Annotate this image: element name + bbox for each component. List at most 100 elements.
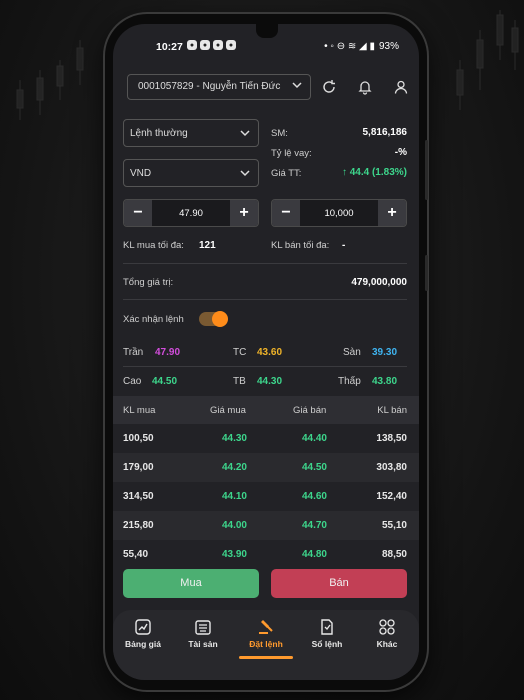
low-label: Thấp (338, 376, 361, 387)
nav-item-place-order[interactable]: Đặt lệnh (236, 618, 296, 649)
divider (123, 299, 407, 300)
app-screen: 10:27 ● ● ● ● • ◦ ⊖ ≋ ◢ ▮ 93% 0001057829… (113, 24, 419, 680)
max-sell-label: KL bán tối đa: (271, 240, 330, 251)
max-buy-value: 121 (199, 240, 216, 251)
active-tab-indicator (239, 656, 293, 659)
buy-price: 44.30 (221, 433, 247, 444)
sell-button[interactable]: Bán (271, 569, 407, 598)
phone-side-button (425, 140, 428, 200)
average-label: TB (233, 376, 246, 387)
notification-icon: ● (226, 40, 236, 50)
floor-label: Sàn (343, 347, 361, 358)
quantity-increase-button[interactable]: + (378, 200, 406, 226)
market-price-value: ↑ 44.4 (1.83%) (342, 167, 407, 178)
average-price: 44.30 (257, 376, 283, 387)
sell-price: 44.50 (301, 462, 327, 473)
nav-label: Sổ lệnh (311, 639, 343, 649)
sell-price: 44.60 (301, 491, 327, 502)
bottom-nav: Bảng giá Tài sản Đặt lệnh Sổ lệnh Khác (113, 610, 419, 680)
sell-volume: 88,50 (381, 549, 407, 560)
refresh-icon[interactable] (321, 79, 337, 95)
ceiling-price: 47.90 (155, 347, 181, 358)
order-book-row[interactable]: 179,00 44.20 44.50 303,80 (113, 453, 419, 482)
nav-item-price-board[interactable]: Bảng giá (113, 618, 173, 649)
buy-volume: 215,80 (123, 520, 154, 531)
nav-item-more[interactable]: Khác (357, 618, 417, 649)
toggle-knob (212, 311, 228, 327)
order-book-row[interactable]: 55,40 43.90 44.80 88,50 (113, 540, 419, 560)
camera-notch (256, 24, 278, 38)
orderbook-icon (321, 619, 333, 635)
user-icon[interactable] (393, 79, 409, 95)
nav-label: Bảng giá (125, 639, 161, 649)
sell-price: 44.80 (301, 549, 327, 560)
nav-item-order-book[interactable]: Sổ lệnh (297, 618, 357, 649)
reference-price: 43.60 (257, 347, 283, 358)
bell-icon[interactable] (357, 79, 373, 95)
sell-price: 44.70 (301, 520, 327, 531)
sell-volume: 152,40 (376, 491, 407, 502)
sell-volume: 303,80 (376, 462, 407, 473)
price-stepper[interactable]: − 47.90 + (123, 199, 259, 227)
order-type-select[interactable]: Lệnh thường (123, 119, 259, 147)
order-book-row[interactable]: 100,50 44.30 44.40 138,50 (113, 424, 419, 453)
price-input[interactable]: 47.90 (152, 208, 230, 219)
price-increase-button[interactable]: + (230, 200, 258, 226)
order-type-value: Lệnh thường (130, 128, 188, 139)
order-book-header: KL mua Giá mua Giá bán KL bán (113, 396, 419, 424)
col-sell-volume: KL bán (377, 405, 407, 416)
battery-level: 93% (378, 41, 399, 52)
nav-label: Khác (376, 639, 398, 649)
chevron-down-icon (240, 130, 250, 137)
quantity-decrease-button[interactable]: − (272, 200, 300, 226)
quantity-stepper[interactable]: − 10,000 + (271, 199, 407, 227)
buy-button[interactable]: Mua (123, 569, 259, 598)
buy-volume: 100,50 (123, 433, 154, 444)
divider (123, 263, 407, 264)
buy-price: 43.90 (221, 549, 247, 560)
loan-ratio-value: -% (394, 147, 407, 158)
nav-label: Đặt lệnh (249, 639, 283, 649)
gavel-icon (259, 620, 273, 634)
account-label: 0001057829 - Nguyễn Tiến Đức (138, 81, 281, 92)
status-time: 10:27 (156, 41, 183, 53)
sell-volume: 55,10 (381, 520, 407, 531)
divider (123, 366, 407, 367)
notification-icon: ● (213, 40, 223, 50)
chart-icon (135, 619, 151, 635)
confirm-toggle[interactable] (199, 311, 228, 327)
quantity-input[interactable]: 10,000 (300, 208, 378, 219)
nav-item-assets[interactable]: Tài sản (173, 618, 233, 649)
grid-icon (379, 619, 395, 635)
max-buy-label: KL mua tối đa: (123, 240, 184, 251)
low-price: 43.80 (372, 376, 398, 387)
buy-volume: 55,40 (123, 549, 149, 560)
currency-select[interactable]: VND (123, 159, 259, 187)
order-book-row[interactable]: 215,80 44.00 44.70 55,10 (113, 511, 419, 540)
reference-label: TC (233, 347, 247, 358)
buy-volume: 179,00 (123, 462, 154, 473)
sm-value: 5,816,186 (362, 127, 408, 138)
high-label: Cao (123, 376, 142, 387)
buy-price: 44.10 (221, 491, 247, 502)
arrow-up-icon: ↑ (341, 167, 347, 178)
buy-price: 44.20 (221, 462, 247, 473)
buy-price: 44.00 (221, 520, 247, 531)
account-selector[interactable]: 0001057829 - Nguyễn Tiến Đức (127, 74, 311, 100)
order-book-row[interactable]: 314,50 44.10 44.60 152,40 (113, 482, 419, 511)
high-price: 44.50 (152, 376, 178, 387)
notification-icons: ● ● ● ● (187, 40, 236, 50)
max-sell-value: - (342, 240, 346, 251)
market-price-label: Giá TT: (271, 168, 302, 179)
price-decrease-button[interactable]: − (124, 200, 152, 226)
floor-price: 39.30 (372, 347, 398, 358)
col-buy-price: Giá mua (210, 405, 246, 416)
total-value: 479,000,000 (351, 277, 407, 288)
buy-volume: 314,50 (123, 491, 154, 502)
market-price-text: 44.4 (1.83%) (349, 167, 407, 178)
system-status: • ◦ ⊖ ≋ ◢ ▮ 93% (324, 41, 399, 52)
notification-icon: ● (187, 40, 197, 50)
wallet-icon (195, 620, 211, 635)
notification-icon: ● (200, 40, 210, 50)
loan-ratio-label: Tỷ lệ vay: (271, 148, 312, 159)
